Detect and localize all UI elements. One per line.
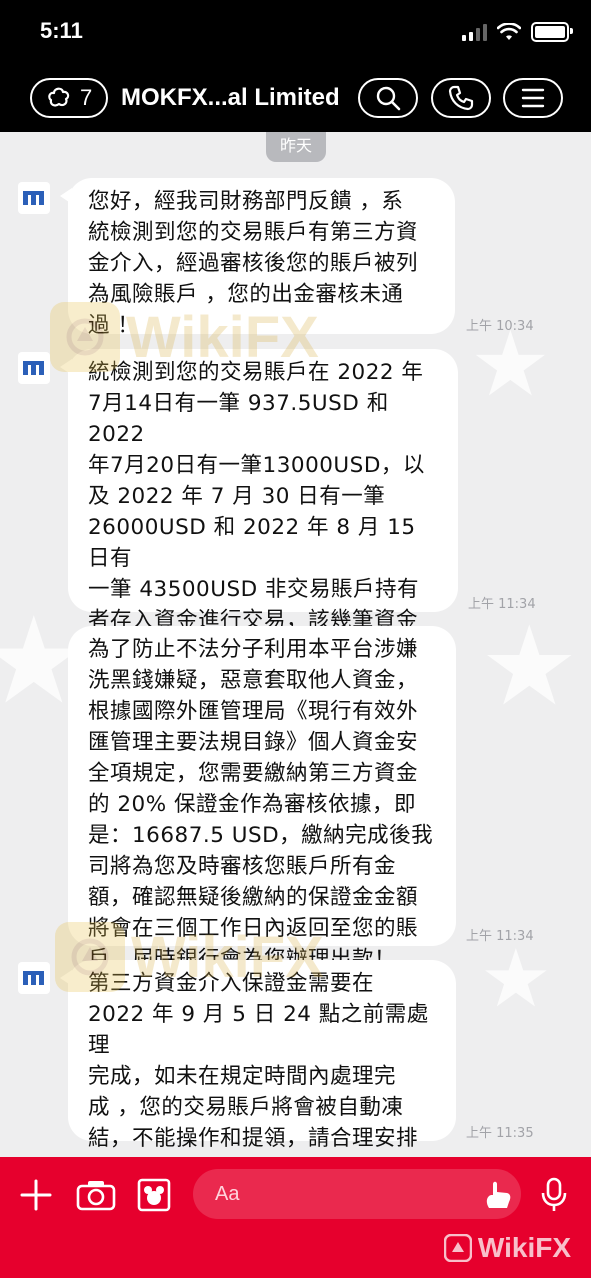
wifi-icon: [497, 23, 521, 40]
avatar[interactable]: [18, 182, 50, 214]
menu-button[interactable]: [503, 78, 563, 118]
logo-icon: [23, 191, 44, 205]
phone-icon: [448, 85, 474, 111]
camera-button[interactable]: [76, 1175, 116, 1215]
camera-icon: [76, 1181, 116, 1211]
avatar[interactable]: [18, 962, 50, 994]
message-bubble[interactable]: 統檢測到您的交易賬戶在 2022 年 7月14日有一筆 937.5USD 和 2…: [60, 349, 458, 695]
plus-icon: [20, 1179, 52, 1211]
plus-button[interactable]: [16, 1175, 56, 1215]
cellular-signal-icon: [462, 23, 487, 41]
avatar[interactable]: [18, 352, 50, 384]
star-decoration-icon: ★: [480, 602, 579, 730]
unread-count: 7: [80, 85, 93, 110]
message-time: 上午 11:34: [466, 929, 534, 944]
message-bubble[interactable]: 您好，經我司財務部門反饋 ，系 統檢測到您的交易賬戶有第三方資 金介入，經過審核…: [60, 178, 455, 338]
gallery-icon: [137, 1178, 171, 1212]
chat-title: MOKFX...al Limited: [121, 84, 340, 111]
logo-icon: [23, 971, 44, 985]
watermark-logo-icon: [443, 1234, 472, 1262]
search-button[interactable]: [358, 78, 418, 118]
star-decoration-icon: ★: [480, 932, 552, 1025]
message-time: 上午 10:34: [466, 319, 534, 334]
message-bubble[interactable]: 第三方資金介入保證金需要在 2022 年 9 月 5 日 24 點之前需處理 完…: [60, 960, 456, 1151]
message-bubble[interactable]: 為了防止不法分子利用本平台涉嫌 洗黑錢嫌疑，惡意套取他人資金， 根據國際外匯管理…: [68, 626, 456, 972]
call-button[interactable]: [431, 78, 491, 118]
sticker-hand-icon: [486, 1181, 511, 1208]
top-bar: 5:11 7 MOKFX...al Limited: [0, 0, 591, 132]
search-icon: [376, 86, 401, 111]
logo-icon: [23, 361, 44, 375]
message-time: 上午 11:34: [468, 597, 536, 612]
chat-header: 7 MOKFX...al Limited: [0, 78, 591, 124]
voice-button[interactable]: [534, 1175, 574, 1215]
date-separator: 昨天: [266, 132, 326, 162]
back-button[interactable]: 7: [30, 78, 108, 118]
status-time: 5:11: [40, 18, 83, 43]
watermark-text: WikiFX: [477, 1232, 571, 1263]
chat-area[interactable]: ★ ★ ★ ★ 昨天 您好，經我司財務部門反饋 ，系 統檢測到您的交易賬戶有第三…: [0, 132, 591, 1157]
gallery-button[interactable]: [134, 1175, 174, 1215]
sticker-button[interactable]: [478, 1175, 518, 1215]
battery-icon: [531, 22, 573, 42]
status-icons: [462, 22, 573, 42]
friends-group-icon: [48, 87, 70, 107]
message-time: 上午 11:35: [466, 1126, 534, 1141]
microphone-icon: [541, 1177, 567, 1211]
menu-icon: [521, 88, 545, 108]
footer-watermark: WikiFX: [443, 1232, 571, 1264]
message-input[interactable]: [193, 1169, 521, 1219]
input-bar: WikiFX: [0, 1157, 591, 1278]
